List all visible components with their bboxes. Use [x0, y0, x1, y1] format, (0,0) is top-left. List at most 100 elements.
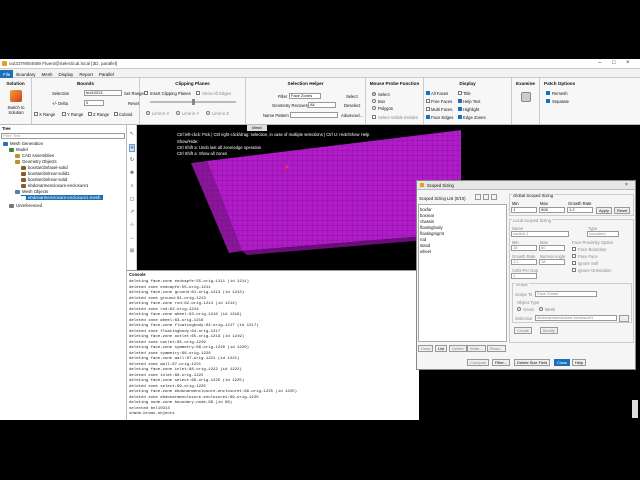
compute-button[interactable]: Compute	[467, 359, 490, 366]
x-range-checkbox[interactable]	[34, 112, 38, 116]
dialog-titlebar[interactable]: Scoped Sizing ×	[417, 181, 635, 190]
local-growth-input[interactable]: 1.2	[511, 259, 537, 265]
face-edges-checkbox[interactable]	[426, 115, 430, 119]
close-dialog-button[interactable]: Close	[554, 359, 571, 366]
face-boundary-checkbox[interactable]	[572, 247, 576, 251]
title-checkbox[interactable]	[458, 91, 462, 95]
limit-x-radio[interactable]	[146, 111, 150, 115]
geometry-recovery-select[interactable]: All	[308, 102, 336, 108]
scope-to-select[interactable]: Face Zones	[535, 291, 597, 297]
scope-browse-button[interactable]: ...	[619, 315, 629, 322]
local-max-input[interactable]: 60	[539, 245, 565, 251]
show-all-edges-checkbox[interactable]	[196, 91, 200, 95]
axis-icon[interactable]: ↗	[129, 209, 135, 215]
select-icon[interactable]: ✛	[129, 144, 135, 152]
tree-item[interactable]: boxrtarcbnlrear-solid	[21, 177, 67, 182]
global-reset-button[interactable]: Reset	[614, 207, 631, 214]
mesh-graphics-window[interactable]: Mesh Ctrl left-click: Pick | Ctrl right-…	[137, 125, 461, 270]
insert-clipping-checkbox[interactable]	[144, 91, 148, 95]
rotate-icon[interactable]: ↻	[129, 157, 135, 163]
deselect-button[interactable]: Deselect	[344, 103, 360, 108]
tree-item[interactable]: Unreferenced	[9, 203, 42, 208]
pointer-icon[interactable]: ↖	[129, 131, 135, 137]
local-normal-input[interactable]: 18	[539, 259, 565, 265]
tree-item[interactable]: ebdonarmenclosure-enclosure1	[21, 183, 88, 188]
free-faces-checkbox[interactable]	[426, 99, 430, 103]
scope-selection-input[interactable]: ebdonarmenclosure-enclosure1	[535, 315, 617, 321]
examine-icon[interactable]	[521, 92, 531, 102]
filter-list-icon[interactable]	[491, 194, 497, 200]
list-item[interactable]: boxfar	[420, 207, 432, 212]
list-item[interactable]: rod	[420, 237, 426, 242]
close-button[interactable]: ×	[626, 60, 630, 66]
bounds-reset-button[interactable]: Reset	[128, 101, 139, 106]
y-range-checkbox[interactable]	[62, 112, 66, 116]
modify-button[interactable]: Modify	[540, 327, 558, 334]
fit-icon[interactable]: ◻	[129, 196, 135, 202]
tree-item[interactable]: Mesh Objects	[15, 189, 48, 194]
view-icon[interactable]: ⊞	[129, 248, 135, 254]
list-button[interactable]: List	[435, 345, 448, 352]
limit-z-radio[interactable]	[206, 111, 210, 115]
switch-to-solution-icon[interactable]	[10, 90, 22, 102]
list-item[interactable]: floatingmgmt	[420, 231, 444, 236]
draw-button[interactable]: Draw	[418, 345, 434, 352]
maximize-button[interactable]: □	[612, 60, 616, 66]
probe-select-radio[interactable]	[372, 92, 376, 96]
global-min-input[interactable]: 1	[511, 207, 537, 213]
create-button[interactable]: Create	[514, 327, 533, 334]
switch-to-solution-label[interactable]: Switch to Solution	[3, 105, 29, 115]
read-button[interactable]: Read...	[487, 345, 506, 352]
local-name-input[interactable]: control-1	[511, 231, 569, 237]
list-item[interactable]: stand	[420, 243, 430, 248]
advanced-button[interactable]: Advanced...	[341, 113, 363, 118]
multi-faces-checkbox[interactable]	[426, 107, 430, 111]
list-item[interactable]: floatingbody	[420, 225, 443, 230]
write-button[interactable]: Write...	[467, 345, 486, 352]
mesh-render[interactable]	[137, 125, 461, 270]
z-range-checkbox[interactable]	[88, 112, 92, 116]
delete-size-field-button[interactable]: Delete Size Field	[514, 359, 551, 366]
face-face-checkbox[interactable]	[572, 254, 576, 258]
select-visible-checkbox[interactable]	[372, 115, 376, 119]
global-max-input[interactable]: 508	[539, 207, 565, 213]
dialog-close-icon[interactable]: ×	[625, 182, 628, 188]
separate-checkbox[interactable]	[546, 99, 550, 103]
filter-select[interactable]: Face Zones	[289, 93, 321, 99]
tree-item[interactable]: CAD Assemblies	[15, 153, 54, 158]
minimize-button[interactable]: –	[598, 60, 601, 66]
probe-box-radio[interactable]	[372, 99, 376, 103]
cells-per-gap-input[interactable]: 1	[511, 273, 537, 279]
help-button[interactable]: Help	[572, 359, 587, 366]
select-button[interactable]: Select	[346, 94, 358, 99]
tree-item[interactable]: boxrtarcbnfaxel-solid	[21, 165, 68, 170]
cuboid-checkbox[interactable]	[114, 112, 118, 116]
apply-button[interactable]: Apply	[596, 207, 613, 214]
zoom-icon[interactable]: ⌕	[129, 183, 135, 189]
bounds-selection-input[interactable]: bnl10313	[84, 90, 122, 96]
name-pattern-input[interactable]	[290, 112, 338, 118]
fit-width-icon[interactable]: ↔	[129, 235, 135, 241]
select-all-icon[interactable]	[475, 194, 481, 200]
list-item[interactable]: boxrear	[420, 213, 434, 218]
measure-icon[interactable]: ⊹	[129, 222, 135, 228]
tree-item[interactable]: boxrtarcbnlrear-solid1	[21, 171, 70, 176]
delta-input[interactable]: 0	[84, 100, 104, 106]
edge-zones-checkbox[interactable]	[458, 115, 462, 119]
probe-polygon-radio[interactable]	[372, 106, 376, 110]
delete-button[interactable]: Delete	[449, 345, 467, 352]
all-faces-checkbox[interactable]	[426, 91, 430, 95]
local-min-input[interactable]: 16	[511, 245, 537, 251]
ignore-orientation-checkbox[interactable]	[572, 268, 576, 272]
list-item[interactable]: wheel	[420, 249, 431, 254]
local-type-select[interactable]: curvature	[587, 231, 619, 237]
mesh-radio[interactable]	[539, 307, 543, 311]
remesh-checkbox[interactable]	[546, 91, 550, 95]
tree-filter-input[interactable]: Filter Text	[1, 133, 125, 139]
clipping-slider-thumb[interactable]	[192, 99, 195, 105]
list-item[interactable]: chassis	[420, 219, 434, 224]
scoped-list[interactable]: boxfar boxrear chassis floatingbody floa…	[418, 204, 507, 342]
help-text-checkbox[interactable]	[458, 99, 462, 103]
filter-button[interactable]: Filter...	[492, 359, 511, 366]
tree-item-selected[interactable]: ebdonarmenclosure-enclosure1-mesh	[21, 195, 104, 200]
